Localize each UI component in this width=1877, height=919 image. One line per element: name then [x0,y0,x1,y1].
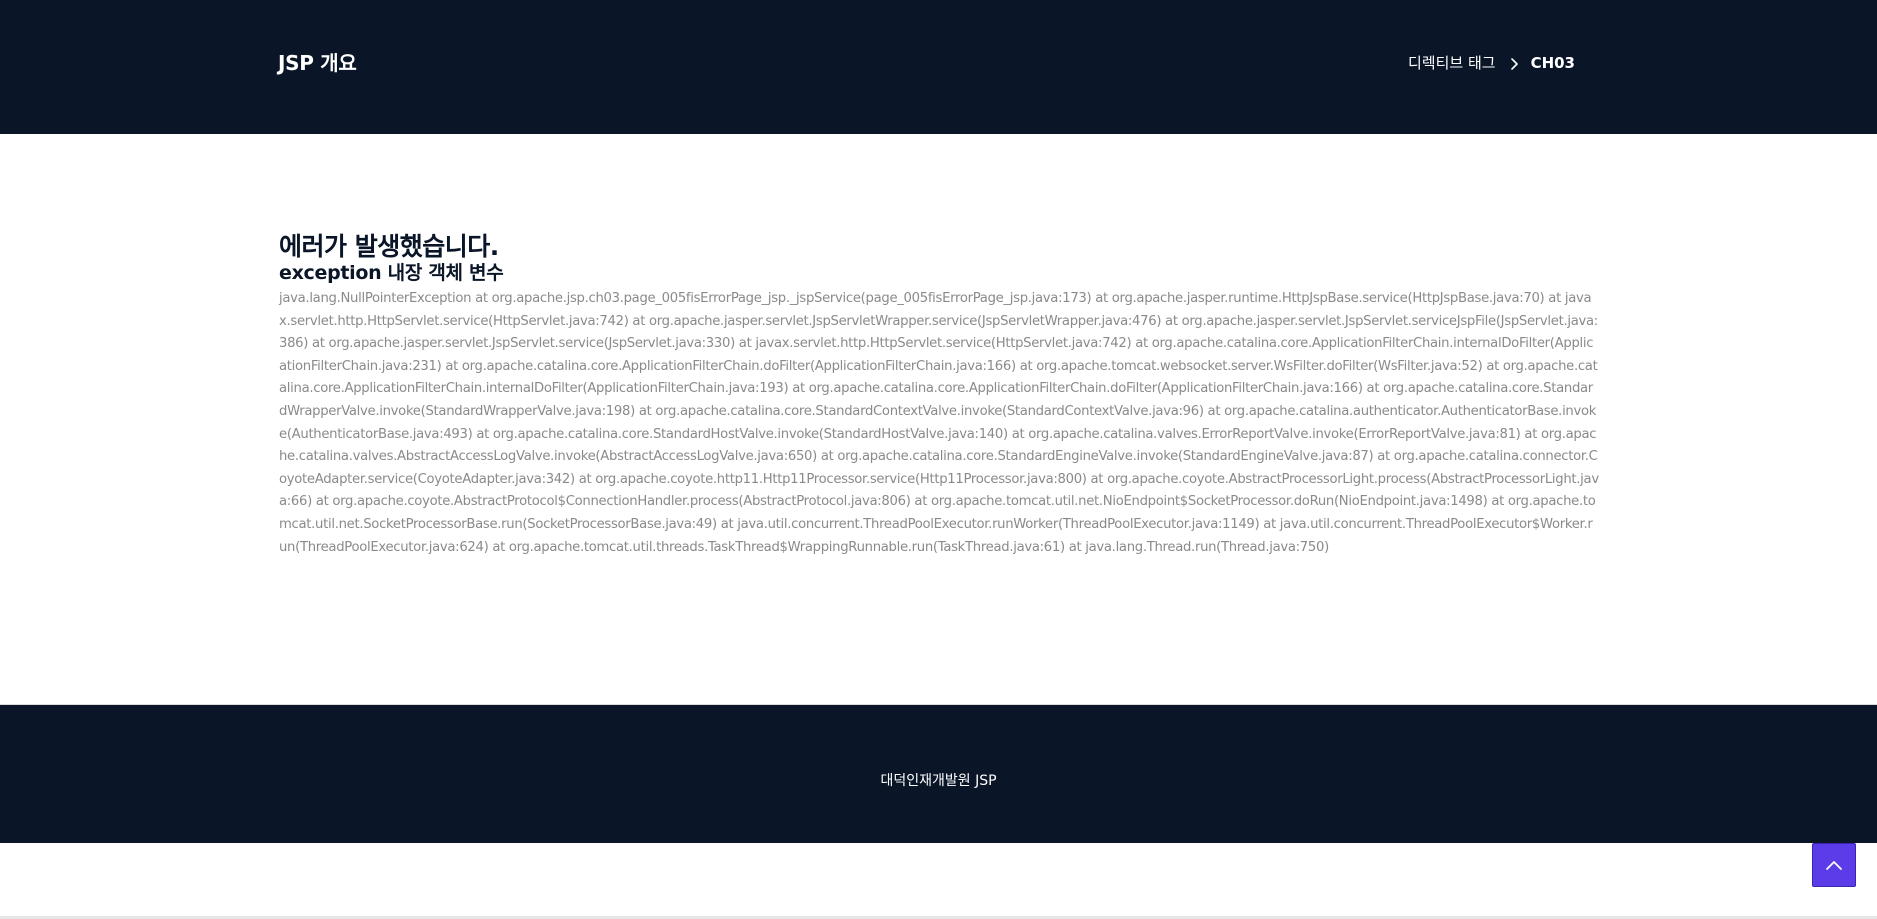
chevron-right-icon [1510,57,1519,71]
chevron-up-icon [1826,861,1842,870]
page-footer: 대덕인재개발원 JSP [0,704,1877,843]
scroll-top-button[interactable] [1812,843,1856,887]
stacktrace-text: java.lang.NullPointerException at org.ap… [279,291,1599,555]
breadcrumb-item-directive-tags[interactable]: 디렉티브 태그 [1408,52,1496,73]
main-content: 에러가 발생했습니다. exception 내장 객체 변수 java.lang… [279,230,1599,559]
breadcrumb: 디렉티브 태그 CH03 [1408,52,1575,73]
error-subtitle: exception 내장 객체 변수 [279,262,504,284]
page-header: JSP 개요 디렉티브 태그 CH03 [0,0,1877,134]
breadcrumb-item-current: CH03 [1530,53,1575,72]
error-title: 에러가 발생했습니다. [279,232,499,261]
footer-text: 대덕인재개발원 JSP [880,773,997,789]
page-title: JSP 개요 [278,51,357,75]
